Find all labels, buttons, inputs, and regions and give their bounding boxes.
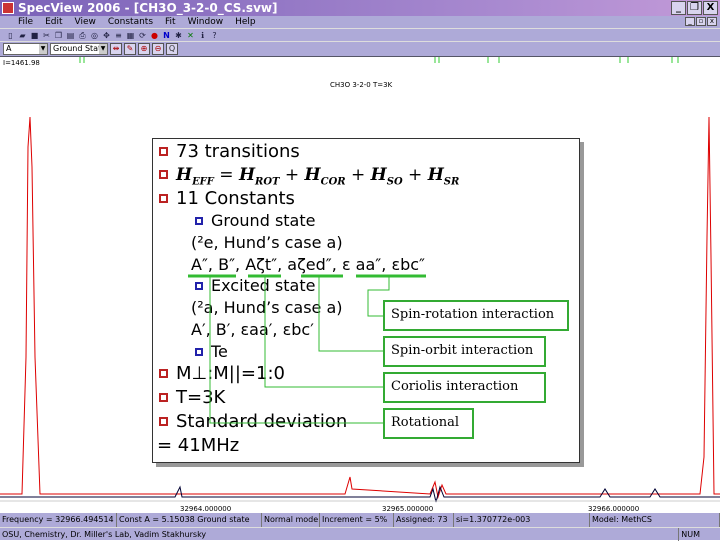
callout-coriolis: Coriolis interaction bbox=[383, 372, 546, 403]
callout-spin-orbit: Spin-orbit interaction bbox=[383, 336, 546, 367]
callout-lines bbox=[188, 274, 426, 424]
callout-rotational: Rotational bbox=[383, 408, 474, 439]
callout-spin-rotation: Spin-rotation interaction bbox=[383, 300, 569, 331]
